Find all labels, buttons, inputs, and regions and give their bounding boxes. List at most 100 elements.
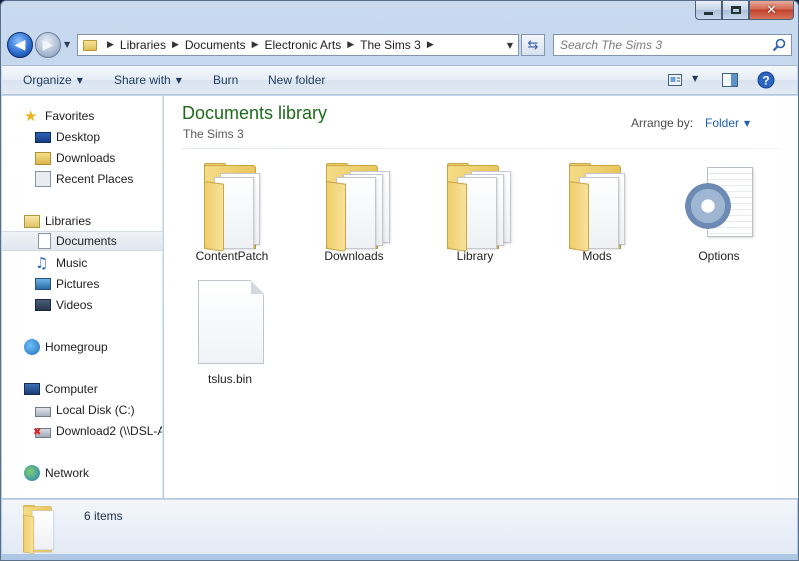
sidebar-item-libraries[interactable]: Libraries	[2, 211, 162, 231]
sidebar-item-music[interactable]: ♫ Music	[2, 253, 162, 273]
breadcrumb-separator-icon[interactable]: ▶	[107, 40, 114, 50]
music-note-icon: ♫	[35, 254, 49, 272]
page-fold-icon	[251, 280, 264, 294]
sidebar-item-favorites[interactable]: ★ Favorites	[2, 106, 162, 126]
sidebar-item-network[interactable]: Network	[2, 463, 162, 483]
item-label: Downloads	[324, 249, 384, 263]
address-bar[interactable]: ▶ Libraries ▶ Documents ▶ Electronic Art…	[77, 34, 519, 56]
sidebar-item-label: Local Disk (C:)	[56, 403, 135, 417]
item-label: Options	[698, 249, 740, 263]
recent-pages-dropdown[interactable]: ▼	[64, 40, 70, 49]
maximize-button[interactable]	[722, 1, 749, 20]
sidebar-item-desktop[interactable]: Desktop	[2, 127, 162, 147]
burn-button[interactable]: Burn	[213, 73, 238, 87]
share-with-label: Share with	[114, 73, 171, 87]
preview-pane-icon[interactable]	[722, 73, 738, 87]
videos-icon	[35, 299, 51, 311]
organize-label: Organize	[23, 73, 72, 87]
sidebar-item-label: Downloads	[56, 151, 116, 165]
sidebar-item-label: Pictures	[56, 277, 100, 291]
arrange-by-label: Arrange by:	[631, 116, 694, 130]
pictures-icon	[35, 278, 51, 290]
item-label: tslus.bin	[207, 372, 253, 386]
sidebar-item-label: Download2 (\\DSL-A	[56, 424, 163, 438]
folder-icon	[324, 163, 390, 252]
folder-item-library[interactable]: Library	[423, 155, 527, 267]
breadcrumb-separator-icon[interactable]: ▶	[172, 40, 179, 50]
sidebar-item-recent-places[interactable]: Recent Places	[2, 169, 162, 189]
sidebar-item-label: Computer	[45, 382, 98, 396]
local-disk-icon	[35, 407, 51, 417]
sidebar-item-homegroup[interactable]: Homegroup	[2, 337, 162, 357]
forward-button[interactable]: ▶	[35, 32, 61, 58]
navigation-pane: ★ Favorites Desktop Downloads Recent Pla…	[2, 96, 163, 498]
sidebar-item-label: Videos	[56, 298, 93, 312]
item-label: ContentPatch	[195, 249, 269, 263]
explorer-window: ✕ ◀ ▶ ▼ ▶ Libraries ▶ Documents ▶ Electr…	[0, 0, 799, 561]
change-view-icon[interactable]	[668, 74, 682, 86]
refresh-button[interactable]: ⇆	[521, 34, 545, 56]
sidebar-item-label: Favorites	[45, 109, 95, 123]
back-button[interactable]: ◀	[7, 32, 33, 58]
computer-icon	[24, 383, 40, 395]
sidebar-item-label: Libraries	[45, 214, 92, 228]
sidebar-item-local-disk[interactable]: Local Disk (C:)	[2, 400, 162, 420]
address-dropdown-icon[interactable]: ▼	[507, 41, 513, 50]
folder-icon	[22, 505, 58, 554]
chevron-down-icon: ▼	[175, 76, 182, 85]
minimize-button[interactable]	[695, 1, 722, 20]
star-icon: ★	[24, 107, 38, 125]
sidebar-item-label: Documents	[56, 234, 117, 248]
folder-icon	[202, 163, 268, 252]
new-folder-button[interactable]: New folder	[268, 73, 325, 87]
breadcrumb-the-sims-3[interactable]: The Sims 3	[360, 38, 421, 52]
documents-icon	[38, 233, 51, 249]
folder-item-mods[interactable]: Mods	[545, 155, 649, 267]
sidebar-item-label: Music	[56, 256, 88, 270]
homegroup-icon	[24, 339, 40, 355]
disconnected-network-drive-icon	[33, 427, 51, 438]
maximize-icon	[730, 6, 741, 14]
divider	[182, 148, 780, 149]
sidebar-item-documents[interactable]: Documents	[2, 231, 162, 251]
sidebar-item-pictures[interactable]: Pictures	[2, 274, 162, 294]
arrange-by-value: Folder	[705, 116, 740, 130]
sidebar-item-download2[interactable]: Download2 (\\DSL-A	[2, 421, 163, 441]
breadcrumb-electronic-arts[interactable]: Electronic Arts	[265, 38, 342, 52]
item-count: 6 items	[84, 509, 123, 523]
search-icon[interactable]	[772, 38, 786, 52]
sidebar-item-videos[interactable]: Videos	[2, 295, 162, 315]
command-bar: Organize ▼ Share with ▼ Burn New folder ▼ …	[2, 65, 797, 95]
folder-icon	[445, 163, 511, 252]
libraries-icon	[24, 214, 40, 228]
library-subtitle: The Sims 3	[183, 127, 244, 141]
breadcrumb-separator-icon[interactable]: ▶	[347, 40, 354, 50]
share-with-menu[interactable]: Share with ▼	[114, 73, 182, 87]
file-item-tslus-bin[interactable]: tslus.bin	[178, 278, 282, 390]
navigation-bar: ◀ ▶ ▼ ▶ Libraries ▶ Documents ▶ Electron…	[7, 31, 792, 61]
arrange-by-dropdown[interactable]: Folder ▼	[705, 116, 750, 130]
sidebar-item-computer[interactable]: Computer	[2, 379, 162, 399]
folder-item-downloads[interactable]: Downloads	[302, 155, 406, 267]
breadcrumb-separator-icon[interactable]: ▶	[427, 40, 434, 50]
sidebar-item-downloads[interactable]: Downloads	[2, 148, 162, 168]
item-label: Library	[456, 249, 494, 263]
sidebar-item-label: Homegroup	[45, 340, 108, 354]
search-box[interactable]	[553, 34, 792, 56]
view-options-dropdown-icon[interactable]: ▼	[692, 74, 698, 83]
help-icon[interactable]: ?	[757, 71, 775, 89]
sidebar-item-label: Recent Places	[56, 172, 134, 186]
breadcrumb-separator-icon[interactable]: ▶	[252, 40, 259, 50]
content-pane: Documents library The Sims 3 Arrange by:…	[164, 96, 798, 498]
network-icon	[24, 465, 40, 481]
breadcrumb-libraries[interactable]: Libraries	[120, 38, 166, 52]
close-icon: ✕	[766, 2, 777, 18]
caption-buttons: ✕	[695, 1, 794, 21]
folder-item-contentpatch[interactable]: ContentPatch	[180, 155, 284, 267]
organize-menu[interactable]: Organize ▼	[23, 73, 83, 87]
close-button[interactable]: ✕	[749, 1, 794, 20]
breadcrumb-documents[interactable]: Documents	[185, 38, 246, 52]
downloads-folder-icon	[35, 151, 51, 165]
search-input[interactable]	[560, 38, 765, 52]
file-item-options[interactable]: Options	[667, 155, 771, 267]
